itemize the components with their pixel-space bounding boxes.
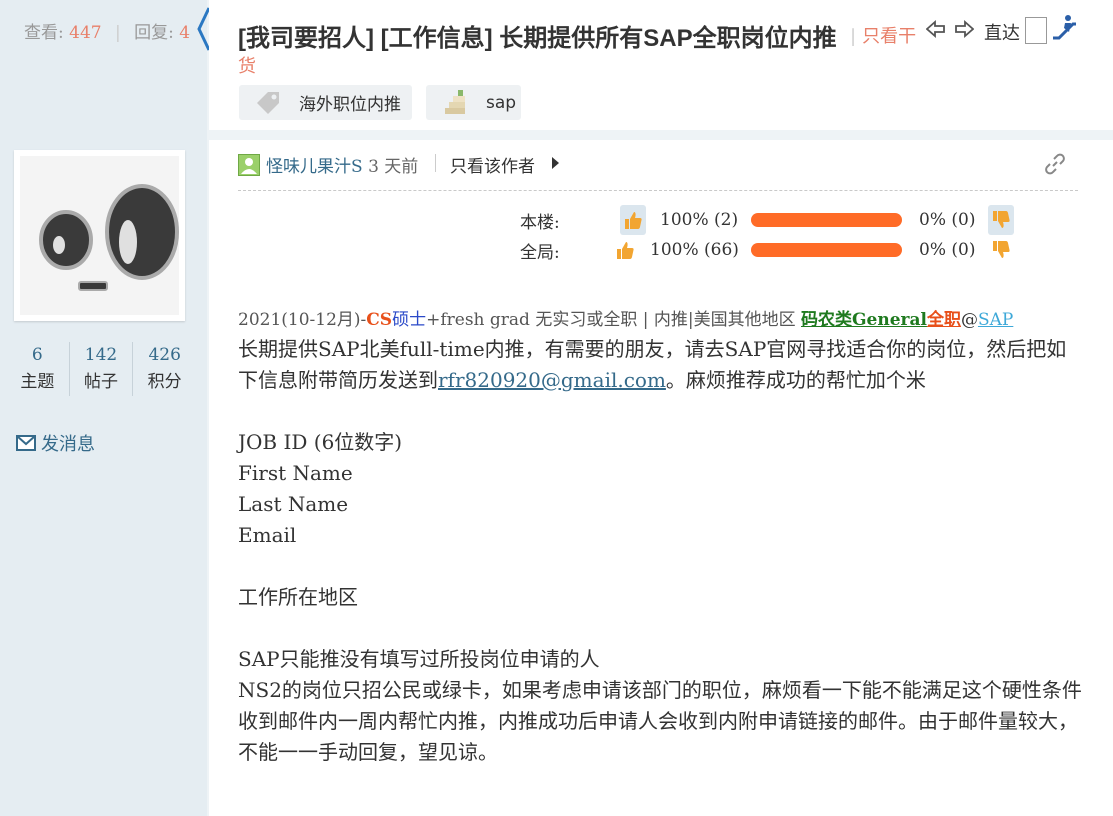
downvote-value: 0% (0): [919, 240, 976, 260]
downvote-value: 0% (0): [919, 210, 976, 230]
user-stats: 6 主题 142 帖子 426 积分: [6, 342, 196, 396]
stat-topics[interactable]: 6 主题: [6, 342, 70, 396]
goto-label: 直达: [984, 23, 1020, 44]
location-line: 工作所在地区: [238, 585, 358, 609]
tag-icon: [257, 91, 279, 114]
intro-paragraph: 长期提供SAP北美full-time内推，有需要的朋友，请去SAP官网寻找适合你…: [238, 337, 1067, 392]
post-time: 3 天前: [368, 157, 419, 177]
user-online-icon: [238, 154, 260, 176]
tag-overseas-referral[interactable]: 海外职位内推: [239, 85, 412, 120]
vote-bar: [751, 213, 902, 227]
section-divider: [209, 130, 1113, 140]
escalator-icon[interactable]: [1051, 14, 1077, 42]
goto-floor-input[interactable]: [1025, 17, 1047, 44]
permalink-icon[interactable]: [1044, 153, 1066, 175]
field-item: JOB ID (6位数字): [238, 430, 403, 454]
fulltime-link[interactable]: 全职: [927, 310, 961, 330]
field-item: Last Name: [238, 492, 349, 516]
category-link[interactable]: 码农类General: [801, 310, 927, 330]
upvote-value: 100% (66): [650, 240, 739, 260]
only-author-link[interactable]: 只看该作者: [450, 152, 535, 177]
send-message-link[interactable]: 发消息: [16, 430, 95, 456]
thumbs-down-icon[interactable]: [988, 205, 1014, 235]
tag-sap[interactable]: sap: [426, 85, 521, 120]
stat-posts[interactable]: 142 帖子: [70, 342, 134, 396]
post-body: 长期提供SAP北美full-time内推，有需要的朋友，请去SAP官网寻找适合你…: [238, 334, 1083, 768]
next-thread-icon[interactable]: [954, 20, 974, 38]
avatar[interactable]: [14, 150, 185, 321]
thumbs-down-icon: [988, 235, 1014, 265]
vote-label: 全局:: [520, 242, 560, 263]
prev-thread-icon[interactable]: [926, 20, 946, 38]
post-tagline: 2021(10-12月)-CS硕士+fresh grad 无实习或全职 | 内推…: [238, 310, 1014, 330]
company-link[interactable]: SAP: [978, 310, 1013, 330]
replies-count: 4: [179, 23, 191, 43]
views-label: 查看:: [24, 23, 64, 43]
note-line: SAP只能推没有填写过所投岗位申请的人: [238, 647, 600, 671]
thumbs-up-icon[interactable]: [620, 205, 646, 235]
vote-label: 本楼:: [520, 212, 560, 233]
post-content: 2021(10-12月)-CS硕士+fresh grad 无实习或全职 | 内推…: [238, 306, 1083, 768]
send-message-label: 发消息: [41, 434, 95, 455]
stat-points[interactable]: 426 积分: [133, 342, 196, 396]
bar-tag-icon: [445, 89, 465, 114]
email-link[interactable]: rfr820920@gmail.com: [438, 368, 666, 392]
only-dry-link[interactable]: | 只看干: [850, 22, 916, 48]
thread-header: [我司要招人] [工作信息] 长期提供所有SAP全职岗位内推 | 只看干 货 直达…: [209, 0, 1113, 130]
post-meta: 怪味儿果汁S 3 天前 只看该作者: [238, 152, 1078, 191]
views-count: 447: [69, 23, 102, 43]
upvote-value: 100% (2): [660, 210, 739, 230]
sidebar: [0, 0, 207, 816]
thread-stats: 查看: 447 | 回复: 4: [24, 23, 191, 43]
field-item: First Name: [238, 461, 353, 485]
vote-bar: [751, 243, 902, 257]
replies-label: 回复:: [134, 23, 174, 43]
only-dry-link-wrap[interactable]: 货: [238, 52, 256, 78]
note-line: 收到邮件内一周内帮忙内推，内推成功后申请人会收到内附申请链接的邮件。由于邮件量较…: [238, 709, 1078, 764]
post-author[interactable]: 怪味儿果汁S 3 天前: [266, 152, 418, 177]
thumbs-up-icon: [612, 235, 638, 265]
triangle-right-icon[interactable]: [552, 157, 559, 169]
field-item: Email: [238, 523, 297, 547]
envelope-icon: [16, 435, 36, 451]
avatar-image: [20, 156, 179, 315]
thread-title: [我司要招人] [工作信息] 长期提供所有SAP全职岗位内推: [238, 25, 837, 52]
note-line: NS2的岗位只招公民或绿卡，如果考虑申请该部门的职位，麻烦看一下能不能满足这个硬…: [238, 678, 1082, 702]
